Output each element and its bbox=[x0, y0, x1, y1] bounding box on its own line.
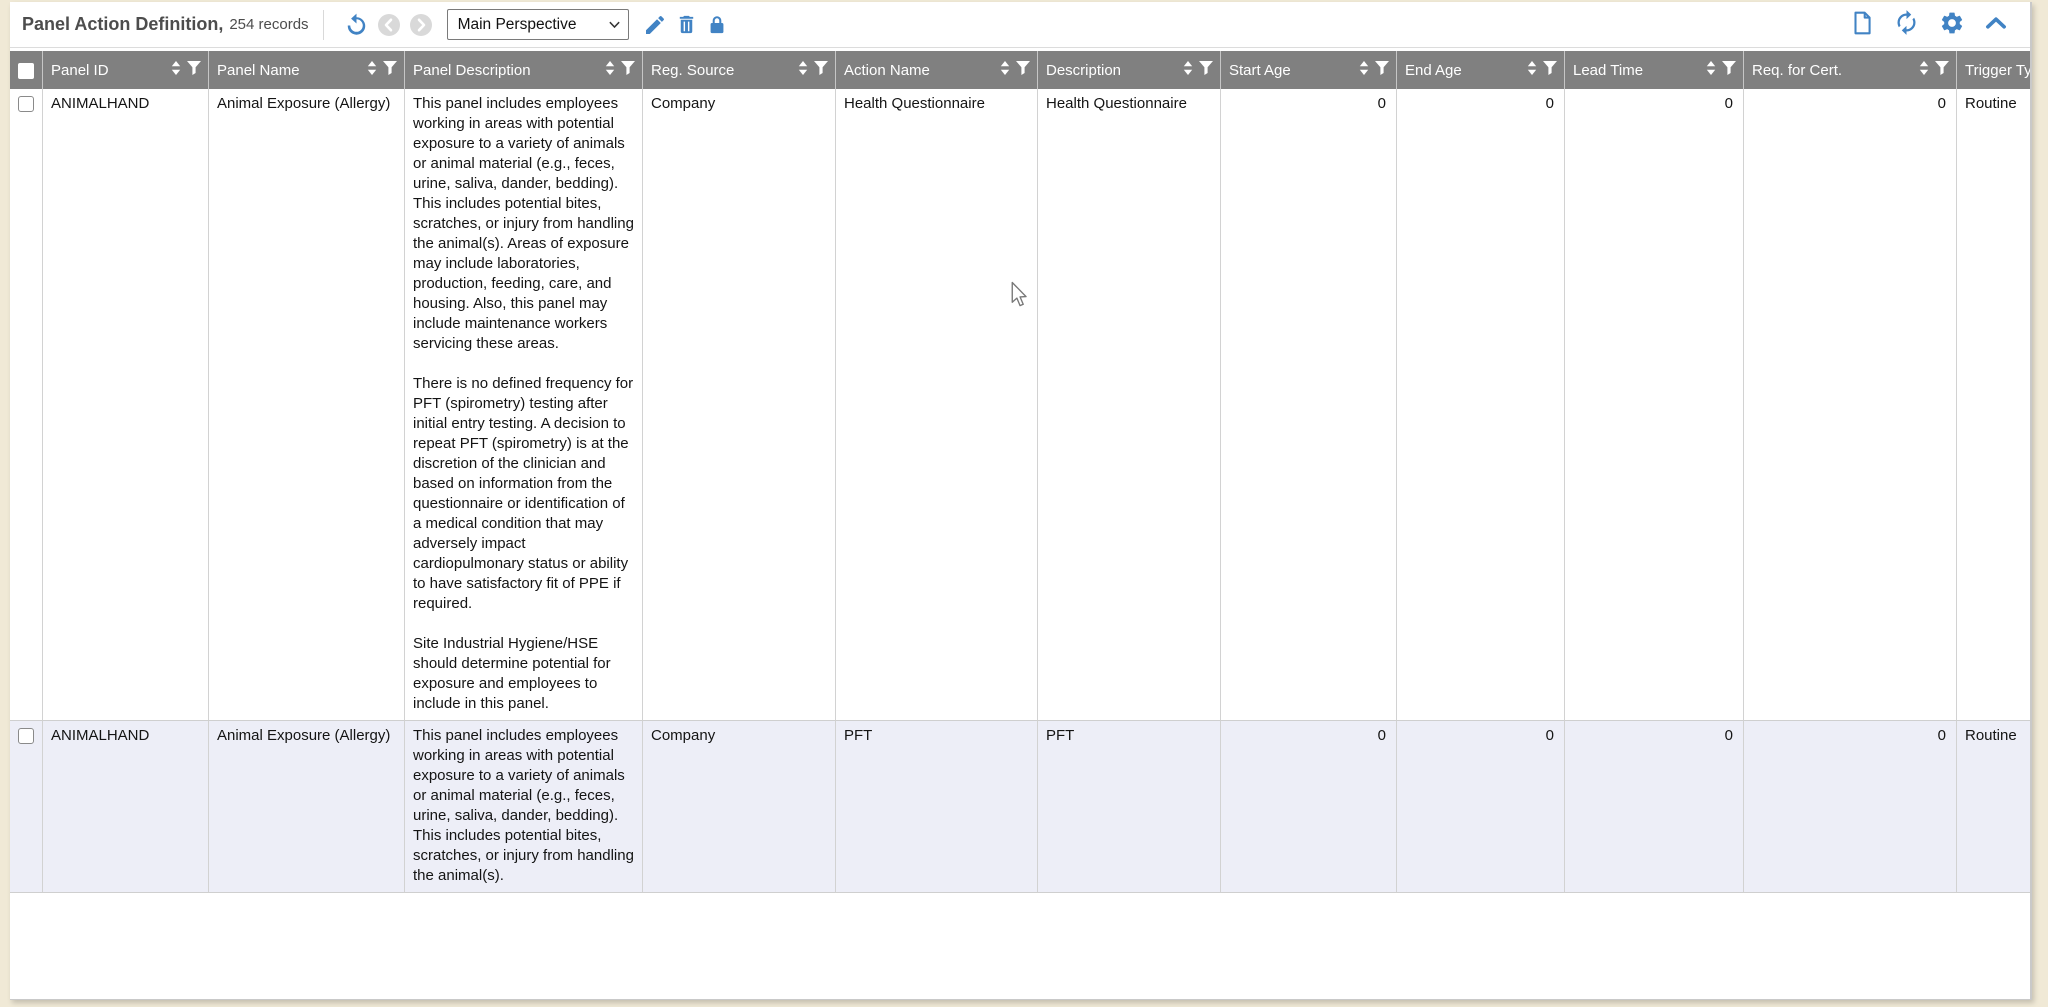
chevron-up-icon bbox=[1983, 10, 2009, 36]
panel-action-table: Panel ID Panel Name Panel Description Re… bbox=[10, 51, 2030, 893]
cell-panel-description: This panel includes employees working in… bbox=[405, 89, 643, 721]
filter-icon[interactable] bbox=[1199, 61, 1213, 79]
refresh-icon bbox=[1893, 9, 1920, 36]
cell-description: PFT bbox=[1038, 721, 1221, 893]
column-header-panel-id[interactable]: Panel ID bbox=[43, 51, 209, 89]
row-select-cell bbox=[10, 721, 43, 893]
filter-icon[interactable] bbox=[1543, 61, 1557, 79]
cell-start-age: 0 bbox=[1221, 721, 1397, 893]
next-button[interactable] bbox=[409, 13, 433, 37]
cell-trigger-type: Routine bbox=[1957, 89, 2030, 721]
filter-icon[interactable] bbox=[1375, 61, 1389, 79]
record-count: 254 records bbox=[229, 16, 309, 33]
select-all-checkbox[interactable] bbox=[18, 62, 34, 79]
filter-icon[interactable] bbox=[621, 61, 635, 79]
page-title: Panel Action Definition, bbox=[22, 14, 224, 34]
cell-panel-name: Animal Exposure (Allergy) bbox=[209, 721, 405, 893]
filter-icon[interactable] bbox=[1935, 61, 1949, 79]
table-row[interactable]: ANIMALHAND Animal Exposure (Allergy) Thi… bbox=[10, 721, 2030, 893]
cell-end-age: 0 bbox=[1397, 721, 1565, 893]
column-header-reg-source[interactable]: Reg. Source bbox=[643, 51, 836, 89]
refresh-button[interactable] bbox=[1893, 9, 1920, 36]
table-row[interactable]: ANIMALHAND Animal Exposure (Allergy) Thi… bbox=[10, 89, 2030, 721]
panel-action-definition-window: Panel Action Definition, 254 records Mai… bbox=[10, 2, 2032, 1000]
cell-panel-name: Animal Exposure (Allergy) bbox=[209, 89, 405, 721]
cell-trigger-type: Routine bbox=[1957, 721, 2030, 893]
document-icon bbox=[1849, 10, 1875, 36]
data-grid: Panel ID Panel Name Panel Description Re… bbox=[10, 48, 2030, 999]
cell-panel-id: ANIMALHAND bbox=[43, 721, 209, 893]
sort-icon[interactable] bbox=[1527, 61, 1537, 79]
sort-icon[interactable] bbox=[367, 61, 377, 79]
column-header-trigger-type[interactable]: Trigger Ty bbox=[1957, 51, 2030, 89]
row-select-cell bbox=[10, 89, 43, 721]
toolbar-divider bbox=[322, 9, 324, 40]
cell-panel-id: ANIMALHAND bbox=[43, 89, 209, 721]
header-row: Panel ID Panel Name Panel Description Re… bbox=[10, 51, 2030, 89]
cell-lead-time: 0 bbox=[1565, 89, 1744, 721]
column-header-req-for-cert[interactable]: Req. for Cert. bbox=[1744, 51, 1957, 89]
sort-icon[interactable] bbox=[1000, 61, 1010, 79]
sort-icon[interactable] bbox=[605, 61, 615, 79]
undo-icon bbox=[344, 12, 369, 37]
pencil-icon bbox=[643, 13, 667, 37]
column-header-action-name[interactable]: Action Name bbox=[836, 51, 1038, 89]
edit-perspective-button[interactable] bbox=[643, 13, 667, 37]
column-header-start-age[interactable]: Start Age bbox=[1221, 51, 1397, 89]
cell-action-name: PFT bbox=[836, 721, 1038, 893]
toolbar: Panel Action Definition, 254 records Mai… bbox=[10, 2, 2030, 48]
undo-button[interactable] bbox=[344, 12, 369, 37]
filter-icon[interactable] bbox=[814, 61, 828, 79]
filter-icon[interactable] bbox=[1016, 61, 1030, 79]
column-header-end-age[interactable]: End Age bbox=[1397, 51, 1565, 89]
cell-action-name: Health Questionnaire bbox=[836, 89, 1038, 721]
lock-perspective-button[interactable] bbox=[706, 14, 728, 36]
trash-icon bbox=[675, 13, 698, 36]
sort-icon[interactable] bbox=[1359, 61, 1369, 79]
filter-icon[interactable] bbox=[1722, 61, 1736, 79]
column-header-panel-name[interactable]: Panel Name bbox=[209, 51, 405, 89]
next-circle-icon bbox=[409, 13, 433, 37]
cell-reg-source: Company bbox=[643, 721, 836, 893]
gear-icon bbox=[1939, 10, 1965, 36]
column-header-panel-description[interactable]: Panel Description bbox=[405, 51, 643, 89]
cell-start-age: 0 bbox=[1221, 89, 1397, 721]
filter-icon[interactable] bbox=[187, 61, 201, 79]
cell-req-for-cert: 0 bbox=[1744, 721, 1957, 893]
cell-panel-description: This panel includes employees working in… bbox=[405, 721, 643, 893]
row-checkbox[interactable] bbox=[18, 728, 34, 744]
select-all-header bbox=[10, 51, 43, 89]
sort-icon[interactable] bbox=[1706, 61, 1716, 79]
collapse-panel-button[interactable] bbox=[1983, 10, 2009, 36]
column-header-lead-time[interactable]: Lead Time bbox=[1565, 51, 1744, 89]
sort-icon[interactable] bbox=[1183, 61, 1193, 79]
cell-req-for-cert: 0 bbox=[1744, 89, 1957, 721]
prev-circle-icon bbox=[377, 13, 401, 37]
row-checkbox[interactable] bbox=[18, 96, 34, 112]
column-header-description[interactable]: Description bbox=[1038, 51, 1221, 89]
cell-lead-time: 0 bbox=[1565, 721, 1744, 893]
delete-perspective-button[interactable] bbox=[675, 13, 698, 36]
grid-body: ANIMALHAND Animal Exposure (Allergy) Thi… bbox=[10, 89, 2030, 893]
sort-icon[interactable] bbox=[798, 61, 808, 79]
sort-icon[interactable] bbox=[1919, 61, 1929, 79]
previous-button[interactable] bbox=[377, 13, 401, 37]
new-document-button[interactable] bbox=[1849, 10, 1875, 36]
perspective-select[interactable]: Main Perspective bbox=[446, 9, 629, 40]
lock-icon bbox=[706, 14, 728, 36]
toolbar-right-group bbox=[1842, 9, 2016, 41]
cell-end-age: 0 bbox=[1397, 89, 1565, 721]
settings-button[interactable] bbox=[1939, 10, 1965, 36]
cell-description: Health Questionnaire bbox=[1038, 89, 1221, 721]
sort-icon[interactable] bbox=[171, 61, 181, 79]
filter-icon[interactable] bbox=[383, 61, 397, 79]
cell-reg-source: Company bbox=[643, 89, 836, 721]
